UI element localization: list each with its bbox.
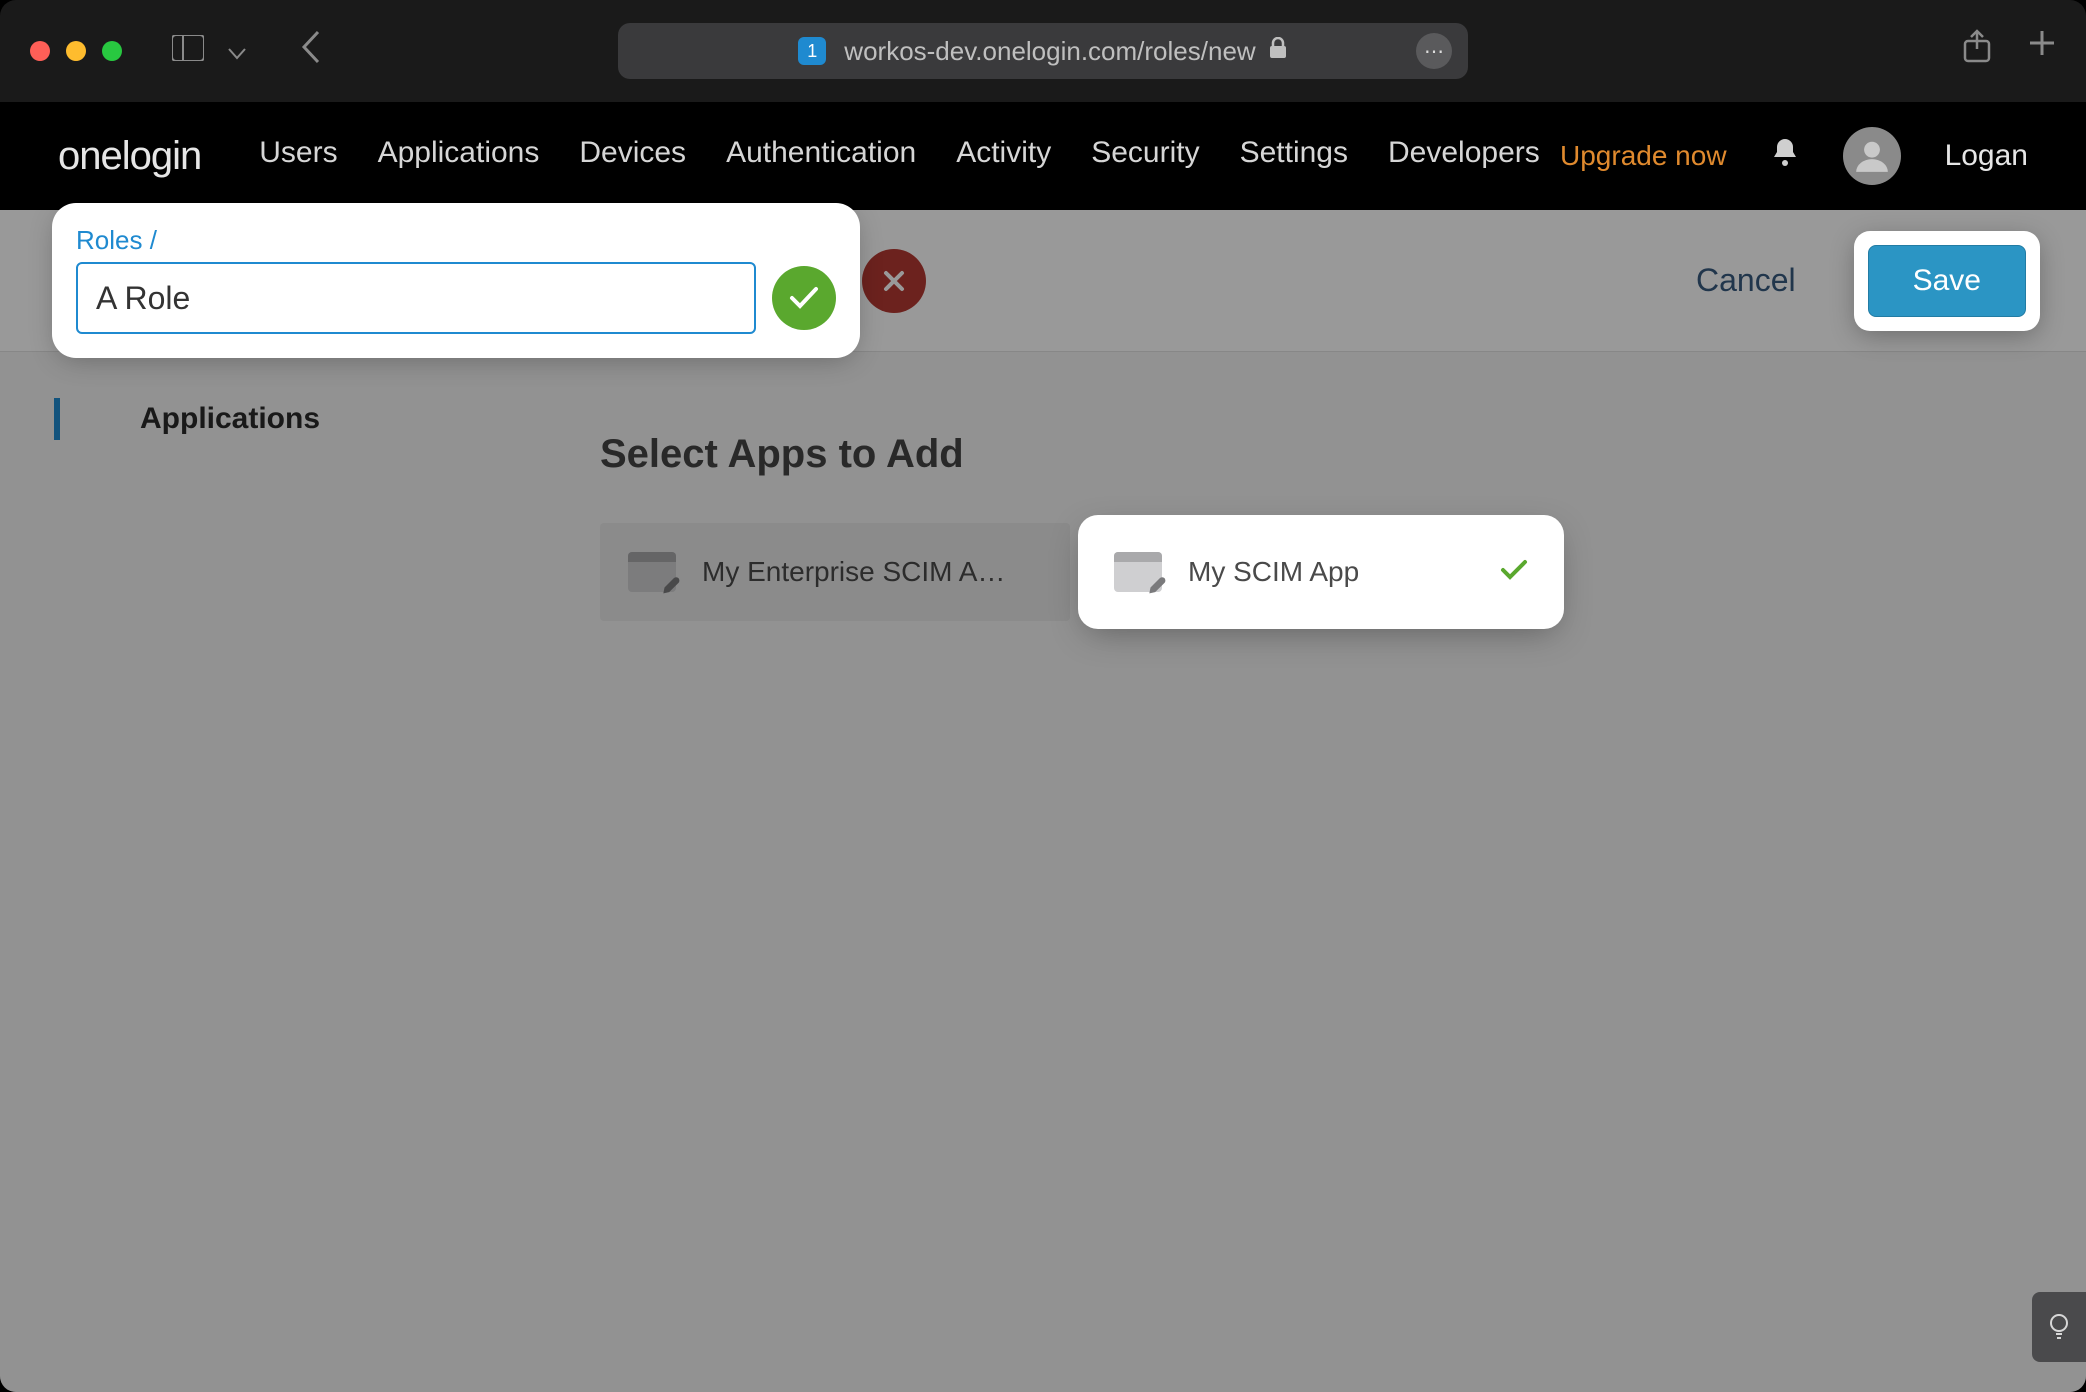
browser-chrome: 1 workos-dev.onelogin.com/roles/new ⋯: [0, 0, 2086, 102]
sub-header: Roles / Cancel Save: [0, 210, 2086, 352]
brand-logo[interactable]: onelogin: [58, 134, 201, 179]
left-sidebar: Applications: [0, 352, 530, 1392]
site-settings-icon[interactable]: ⋯: [1416, 33, 1452, 69]
sidebar-toggle-icon[interactable]: [172, 35, 204, 68]
app-icon: [1114, 552, 1162, 592]
sidebar-item-applications[interactable]: Applications: [54, 398, 530, 440]
share-icon[interactable]: [1962, 29, 1992, 73]
main-content: Applications Select Apps to Add My Enter…: [0, 352, 2086, 1392]
help-fab[interactable]: [2032, 1292, 2086, 1362]
username-label[interactable]: Logan: [1945, 139, 2028, 173]
window-minimize-button[interactable]: [66, 41, 86, 61]
confirm-name-button[interactable]: [772, 266, 836, 330]
nav-item-activity[interactable]: Activity: [956, 136, 1051, 176]
cancel-button[interactable]: Cancel: [1696, 262, 1796, 299]
chevron-down-icon[interactable]: [228, 35, 246, 67]
content-area: Select Apps to Add My Enterprise SCIM A……: [530, 352, 2086, 1392]
url-bar[interactable]: 1 workos-dev.onelogin.com/roles/new ⋯: [618, 23, 1468, 79]
app-card-list: My Enterprise SCIM A… My SCIM App: [600, 523, 2086, 621]
app-icon: [628, 552, 676, 592]
window-close-button[interactable]: [30, 41, 50, 61]
section-title: Select Apps to Add: [600, 432, 2086, 477]
notifications-icon[interactable]: [1771, 137, 1799, 175]
nav-item-authentication[interactable]: Authentication: [726, 136, 916, 176]
url-text: workos-dev.onelogin.com/roles/new: [844, 36, 1255, 67]
role-name-editor: Roles /: [58, 209, 854, 352]
nav-item-users[interactable]: Users: [259, 136, 337, 176]
breadcrumb[interactable]: Roles /: [76, 225, 836, 256]
save-button-highlight: Save: [1856, 233, 2038, 329]
browser-back-button[interactable]: [300, 30, 322, 73]
avatar[interactable]: [1843, 127, 1901, 185]
nav-item-applications[interactable]: Applications: [378, 136, 540, 176]
nav-item-settings[interactable]: Settings: [1240, 136, 1348, 176]
window-controls: [30, 41, 122, 61]
window-zoom-button[interactable]: [102, 41, 122, 61]
check-icon: [1500, 555, 1528, 589]
role-name-input[interactable]: [76, 262, 756, 334]
cancel-name-button[interactable]: [862, 249, 926, 313]
lock-icon: [1268, 37, 1288, 65]
new-tab-icon[interactable]: [2028, 29, 2056, 73]
tab-count-badge: 1: [798, 37, 826, 65]
app-header: onelogin Users Applications Devices Auth…: [0, 102, 2086, 210]
app-card-selected[interactable]: My SCIM App: [1086, 523, 1556, 621]
app-card[interactable]: My Enterprise SCIM A…: [600, 523, 1070, 621]
nav-item-security[interactable]: Security: [1091, 136, 1199, 176]
upgrade-link[interactable]: Upgrade now: [1560, 140, 1727, 172]
save-button[interactable]: Save: [1868, 245, 2026, 317]
browser-window: 1 workos-dev.onelogin.com/roles/new ⋯ on…: [0, 0, 2086, 1392]
app-name-label: My Enterprise SCIM A…: [702, 556, 1042, 588]
app-name-label: My SCIM App: [1188, 556, 1474, 588]
app-body: Roles / Cancel Save Appl: [0, 210, 2086, 1392]
nav-item-developers[interactable]: Developers: [1388, 136, 1540, 176]
top-nav: Users Applications Devices Authenticatio…: [259, 136, 1540, 176]
nav-item-devices[interactable]: Devices: [579, 136, 686, 176]
